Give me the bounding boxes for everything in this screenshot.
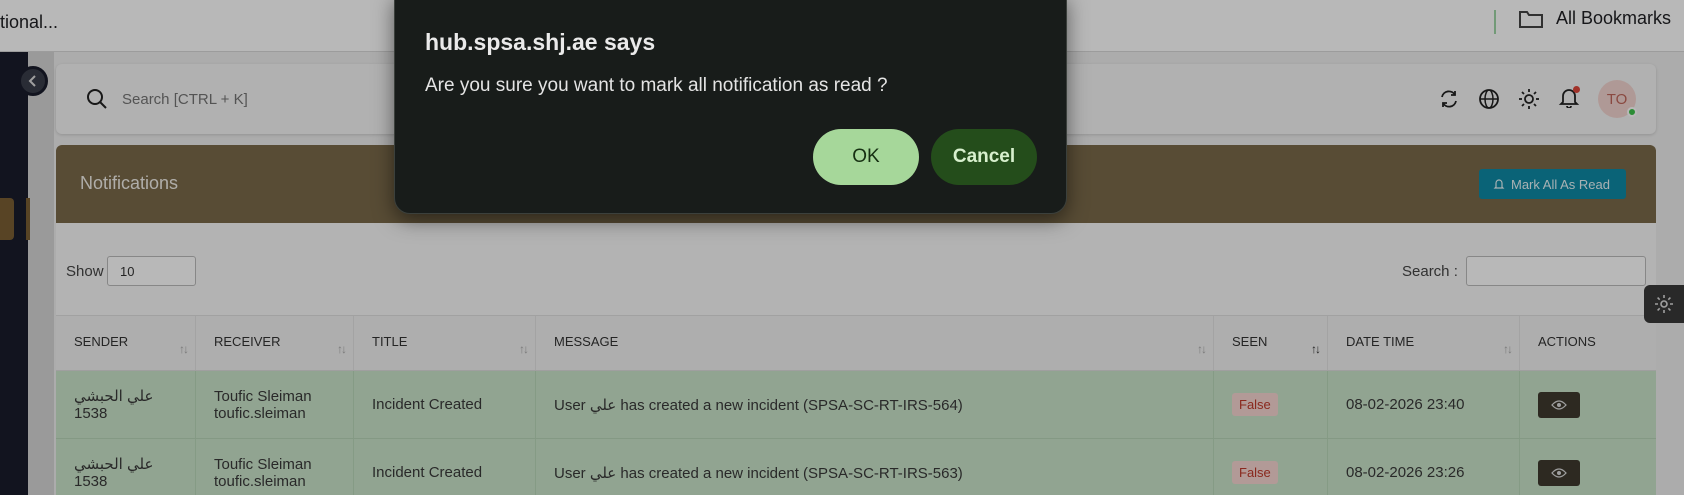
ok-button[interactable]: OK: [813, 129, 919, 185]
dialog-message: Are you sure you want to mark all notifi…: [425, 75, 888, 96]
cancel-button[interactable]: Cancel: [931, 129, 1037, 185]
confirm-dialog: hub.spsa.shj.ae says Are you sure you wa…: [394, 0, 1067, 214]
dialog-title: hub.spsa.shj.ae says: [425, 29, 656, 55]
